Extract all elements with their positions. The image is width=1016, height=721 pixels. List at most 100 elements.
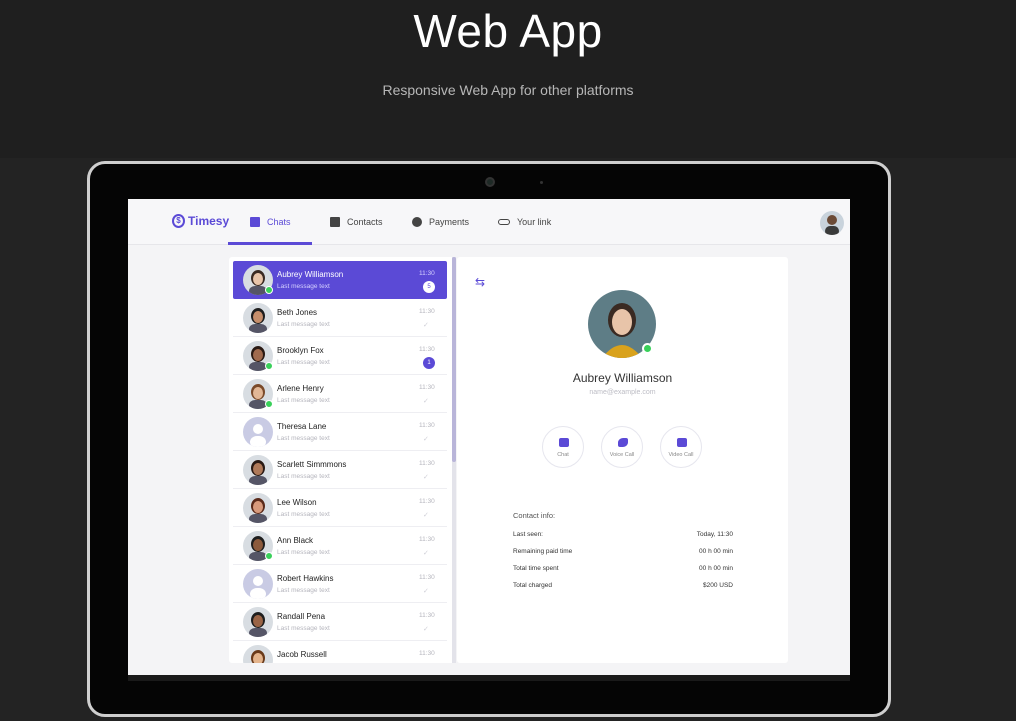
info-key: Total time spent bbox=[513, 565, 559, 572]
chat-last-message: Last message text bbox=[277, 625, 330, 632]
hero-subtitle: Responsive Web App for other platforms bbox=[382, 82, 634, 98]
chat-time: 11:30 bbox=[419, 460, 435, 467]
avatar bbox=[243, 569, 273, 599]
video-icon bbox=[677, 438, 687, 447]
contact-info-row: Last seen: Today, 11:30 bbox=[513, 531, 733, 543]
chat-list: Aubrey Williamson Last message text 11:30 5… bbox=[229, 257, 455, 663]
sensor-dot bbox=[540, 181, 543, 184]
avatar bbox=[243, 645, 273, 663]
user-avatar[interactable] bbox=[820, 211, 844, 235]
chat-list-item[interactable]: Brooklyn Fox Last message text 11:30 1 bbox=[233, 337, 447, 375]
contact-detail-panel: ⇆ Aubrey Williamson name@example.com Cha… bbox=[457, 257, 788, 663]
chat-list-item[interactable]: Scarlett Simmmons Last message text 11:30 ✓ bbox=[233, 451, 447, 489]
avatar bbox=[243, 417, 273, 447]
chat-contact-name: Aubrey Williamson bbox=[277, 270, 344, 279]
chat-icon bbox=[250, 217, 260, 227]
chat-list-item[interactable]: Theresa Lane Last message text 11:30 ✓ bbox=[233, 413, 447, 451]
avatar bbox=[243, 607, 273, 637]
info-value: 00 h 00 min bbox=[699, 565, 733, 572]
chat-list-item[interactable]: Robert Hawkins Last message text 11:30 ✓ bbox=[233, 565, 447, 603]
nav-tab-label: Your link bbox=[517, 217, 552, 227]
online-indicator bbox=[265, 286, 273, 294]
screen-bezel-bottom bbox=[128, 675, 850, 681]
read-check-icon: ✓ bbox=[423, 321, 429, 329]
info-value: Today, 11:30 bbox=[696, 531, 733, 538]
read-check-icon: ✓ bbox=[423, 397, 429, 405]
action-label: Voice Call bbox=[609, 452, 635, 458]
chat-contact-name: Scarlett Simmmons bbox=[277, 460, 347, 469]
chat-list-scrollbar[interactable] bbox=[452, 257, 456, 663]
contact-info-row: Total charged $200 USD bbox=[513, 582, 733, 594]
avatar bbox=[243, 455, 273, 485]
chat-contact-name: Beth Jones bbox=[277, 308, 318, 317]
online-indicator bbox=[265, 362, 273, 370]
chat-contact-name: Brooklyn Fox bbox=[277, 346, 324, 355]
action-label: Chat bbox=[557, 452, 569, 458]
online-indicator bbox=[642, 343, 653, 354]
chat-list-item[interactable]: Lee Wilson Last message text 11:30 ✓ bbox=[233, 489, 447, 527]
scrollbar-thumb[interactable] bbox=[452, 257, 456, 462]
chat-contact-name: Lee Wilson bbox=[277, 498, 317, 507]
nav-tab-label: Chats bbox=[267, 217, 291, 227]
chat-time: 11:30 bbox=[419, 384, 435, 391]
chat-list-item[interactable]: Aubrey Williamson Last message text 11:30 5 bbox=[233, 261, 447, 299]
chat-list-item[interactable]: Ann Black Last message text 11:30 ✓ bbox=[233, 527, 447, 565]
chat-time: 11:30 bbox=[419, 270, 435, 277]
nav-tab-your-link[interactable]: Your link bbox=[498, 199, 551, 245]
info-value: 00 h 00 min bbox=[699, 548, 733, 555]
chat-last-message: Last message text bbox=[277, 511, 330, 518]
back-arrow-icon[interactable]: ⇆ bbox=[475, 275, 485, 289]
hero-title: Web App bbox=[413, 5, 603, 57]
info-value: $200 USD bbox=[703, 582, 733, 589]
info-key: Remaining paid time bbox=[513, 548, 573, 555]
chat-list-item[interactable]: Beth Jones Last message text 11:30 ✓ bbox=[233, 299, 447, 337]
chat-contact-name: Ann Black bbox=[277, 536, 314, 545]
camera-icon bbox=[485, 177, 495, 187]
unread-badge: 5 bbox=[423, 281, 435, 293]
chat-time: 11:30 bbox=[419, 650, 435, 657]
online-indicator bbox=[265, 552, 273, 560]
chat-contact-name: Jacob Russell bbox=[277, 650, 327, 659]
chat-last-message: Last message text bbox=[277, 321, 330, 328]
app-screen: $ Timesy Chats Contacts Payments Your li… bbox=[128, 199, 850, 675]
voice-call-button[interactable]: Voice Call bbox=[601, 426, 643, 468]
chat-icon bbox=[559, 438, 569, 447]
nav-tab-chats[interactable]: Chats bbox=[250, 199, 291, 245]
chat-time: 11:30 bbox=[419, 574, 435, 581]
chat-list-item[interactable]: Jacob RussellLast message text11:30✓ bbox=[233, 641, 447, 663]
brand-logo[interactable]: $ Timesy bbox=[172, 214, 229, 228]
nav-tab-label: Contacts bbox=[347, 217, 383, 227]
link-icon bbox=[498, 219, 510, 225]
chat-button[interactable]: Chat bbox=[542, 426, 584, 468]
chat-last-message: Last message text bbox=[277, 283, 330, 290]
chat-last-message: Last message text bbox=[277, 549, 330, 556]
read-check-icon: ✓ bbox=[423, 549, 429, 557]
chat-contact-name: Arlene Henry bbox=[277, 384, 324, 393]
contact-name: Aubrey Williamson bbox=[572, 371, 673, 385]
nav-tab-contacts[interactable]: Contacts bbox=[330, 199, 383, 245]
dollar-icon bbox=[412, 217, 422, 227]
chat-list-item[interactable]: Randall Pena Last message text 11:30 ✓ bbox=[233, 603, 447, 641]
read-check-icon: ✓ bbox=[423, 625, 429, 633]
chat-time: 11:30 bbox=[419, 346, 435, 353]
phone-icon bbox=[618, 438, 628, 447]
contact-email: name@example.com bbox=[589, 389, 656, 396]
video-call-button[interactable]: Video Call bbox=[660, 426, 702, 468]
nav-tab-payments[interactable]: Payments bbox=[412, 199, 469, 245]
unread-badge: 1 bbox=[423, 357, 435, 369]
chat-time: 11:30 bbox=[419, 498, 435, 505]
contact-info-title: Contact info: bbox=[513, 511, 556, 520]
action-label: Video Call bbox=[668, 452, 694, 458]
chat-last-message: Last message text bbox=[277, 587, 330, 594]
info-key: Total charged bbox=[513, 582, 553, 589]
chat-contact-name: Randall Pena bbox=[277, 612, 326, 621]
hero-section: Web App Responsive Web App for other pla… bbox=[0, 0, 1016, 158]
dollar-clock-icon: $ bbox=[172, 214, 185, 228]
nav-tab-label: Payments bbox=[429, 217, 470, 227]
info-key: Last seen: bbox=[513, 531, 543, 538]
chat-last-message: Last message text bbox=[277, 397, 330, 404]
chat-list-item[interactable]: Arlene Henry Last message text 11:30 ✓ bbox=[233, 375, 447, 413]
chat-contact-name: Theresa Lane bbox=[277, 422, 327, 431]
avatar bbox=[243, 303, 273, 333]
chat-last-message: Last message text bbox=[277, 435, 330, 442]
